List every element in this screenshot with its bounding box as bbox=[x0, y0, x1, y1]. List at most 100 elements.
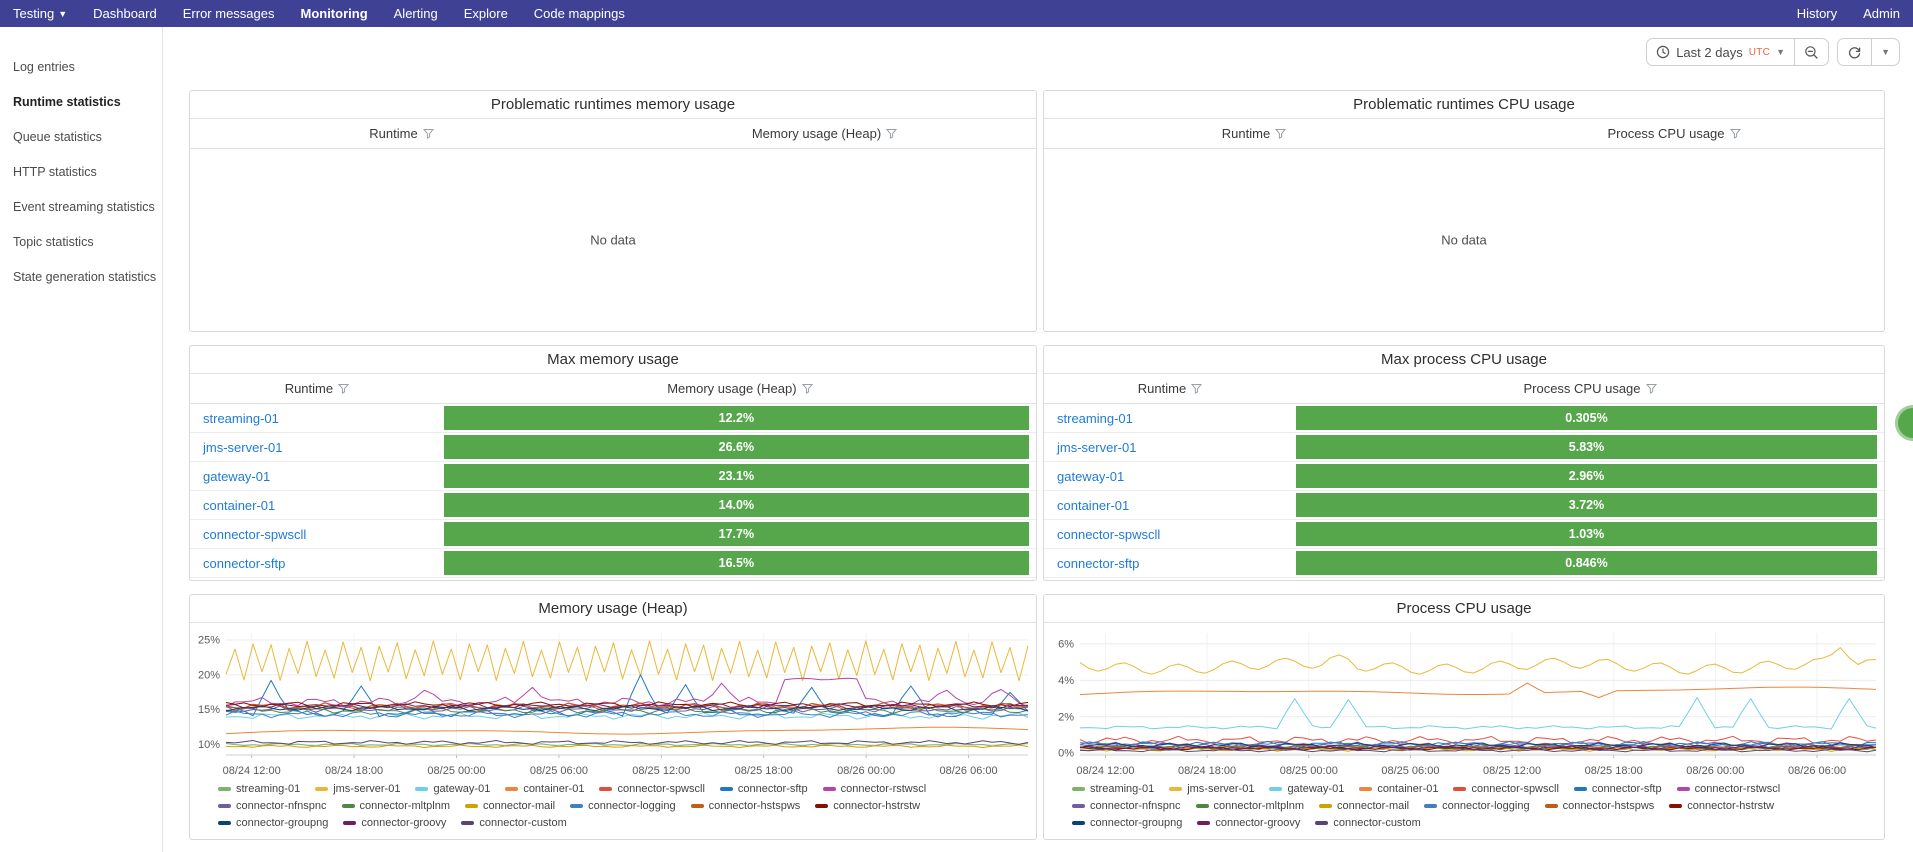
nav-item-admin[interactable]: Admin bbox=[1850, 0, 1913, 27]
legend-color-dash bbox=[822, 787, 836, 791]
legend-item-connector-groupng[interactable]: connector-groupng bbox=[218, 817, 328, 829]
legend-item-connector-groovy[interactable]: connector-groovy bbox=[343, 817, 446, 829]
runtime-link[interactable]: gateway-01 bbox=[1044, 462, 1296, 490]
nav-item-error-messages[interactable]: Error messages bbox=[170, 0, 288, 27]
legend-item-streaming-01[interactable]: streaming-01 bbox=[218, 783, 300, 795]
runtime-link[interactable]: streaming-01 bbox=[1044, 404, 1296, 432]
refresh-button[interactable] bbox=[1838, 39, 1871, 65]
runtime-link[interactable]: connector-spwscll bbox=[190, 520, 444, 548]
legend-item-connector-hstspws[interactable]: connector-hstspws bbox=[690, 800, 800, 812]
value-bar: 0.846% bbox=[1296, 551, 1877, 575]
cpu-usage-line-chart[interactable]: 08/24 12:00 08/24 18:00 08/25 00:00 08/25 0… bbox=[1044, 623, 1884, 781]
legend-item-connector-spwscll[interactable]: connector-spwscll bbox=[1453, 783, 1559, 795]
legend-item-connector-groovy[interactable]: connector-groovy bbox=[1197, 817, 1300, 829]
legend-color-dash bbox=[1169, 787, 1183, 791]
legend-item-streaming-01[interactable]: streaming-01 bbox=[1072, 783, 1154, 795]
runtime-link[interactable]: connector-sftp bbox=[1044, 549, 1296, 577]
value-bar-cell: 16.5% bbox=[443, 549, 1036, 577]
sidebar-item-event-streaming-statistics[interactable]: Event streaming statistics bbox=[0, 189, 162, 224]
nav-item-monitoring[interactable]: Monitoring bbox=[287, 0, 380, 27]
filter-icon[interactable] bbox=[1729, 128, 1741, 139]
legend-item-connector-hstrstw[interactable]: connector-hstrstw bbox=[1669, 800, 1774, 812]
refresh-icon bbox=[1849, 46, 1861, 58]
filter-icon[interactable] bbox=[1275, 128, 1287, 139]
svg-text:08/24 18:00: 08/24 18:00 bbox=[325, 765, 383, 777]
sidebar-item-topic-statistics[interactable]: Topic statistics bbox=[0, 224, 162, 259]
legend-item-connector-mltplnm[interactable]: connector-mltplnm bbox=[1195, 800, 1304, 812]
memory-usage-line-chart[interactable]: 08/24 12:00 08/24 18:00 08/25 00:00 08/25 0… bbox=[190, 623, 1036, 781]
sidebar-item-queue-statistics[interactable]: Queue statistics bbox=[0, 119, 162, 154]
runtime-link[interactable]: container-01 bbox=[1044, 491, 1296, 519]
runtime-link[interactable]: container-01 bbox=[190, 491, 444, 519]
panel-memory-chart: Memory usage (Heap) 08/24 12:00 08/24 18:… bbox=[189, 594, 1037, 840]
legend-label: connector-nfnspnc bbox=[236, 800, 327, 812]
legend-item-connector-hstspws[interactable]: connector-hstspws bbox=[1544, 800, 1654, 812]
legend-color-dash bbox=[1676, 787, 1690, 791]
runtime-link[interactable]: jms-server-01 bbox=[1044, 433, 1296, 461]
nav-item-dashboard[interactable]: Dashboard bbox=[80, 0, 170, 27]
svg-text:25%: 25% bbox=[198, 634, 220, 646]
value-bar: 16.5% bbox=[443, 551, 1029, 575]
legend-item-connector-logging[interactable]: connector-logging bbox=[1424, 800, 1530, 812]
filter-icon[interactable] bbox=[801, 383, 813, 394]
sidebar-item-http-statistics[interactable]: HTTP statistics bbox=[0, 154, 162, 189]
runtime-link[interactable]: streaming-01 bbox=[190, 404, 444, 432]
nav-item-explore[interactable]: Explore bbox=[451, 0, 521, 27]
table-row: streaming-01 12.2% bbox=[190, 404, 1036, 433]
nav-item-code-mappings[interactable]: Code mappings bbox=[521, 0, 638, 27]
table-header: Runtime Memory usage (Heap) bbox=[190, 374, 1036, 404]
legend-item-gateway-01[interactable]: gateway-01 bbox=[415, 783, 490, 795]
legend-item-connector-spwscll[interactable]: connector-spwscll bbox=[599, 783, 705, 795]
time-range-picker[interactable]: Last 2 days UTC ▼ bbox=[1647, 39, 1794, 65]
sidebar-item-log-entries[interactable]: Log entries bbox=[0, 49, 162, 84]
filter-icon[interactable] bbox=[886, 128, 898, 139]
legend-item-connector-rstwscl[interactable]: connector-rstwscl bbox=[822, 783, 926, 795]
legend-item-connector-nfnspnc[interactable]: connector-nfnspnc bbox=[218, 800, 327, 812]
legend-item-connector-sftp[interactable]: connector-sftp bbox=[1573, 783, 1662, 795]
nav-item-testing[interactable]: Testing ▼ bbox=[0, 0, 80, 27]
legend-item-gateway-01[interactable]: gateway-01 bbox=[1269, 783, 1344, 795]
legend-color-dash bbox=[1359, 787, 1373, 791]
svg-text:08/25 12:00: 08/25 12:00 bbox=[632, 765, 690, 777]
nav-item-alerting[interactable]: Alerting bbox=[381, 0, 451, 27]
legend-item-connector-sftp[interactable]: connector-sftp bbox=[719, 783, 808, 795]
filter-icon[interactable] bbox=[422, 128, 434, 139]
filter-icon[interactable] bbox=[1191, 383, 1203, 394]
series-line-connector-logging bbox=[1079, 741, 1877, 748]
legend-item-container-01[interactable]: container-01 bbox=[1359, 783, 1438, 795]
svg-text:15%: 15% bbox=[198, 704, 220, 716]
panel-problematic-cpu: Problematic runtimes CPU usage Runtime P… bbox=[1043, 90, 1885, 332]
legend-item-connector-custom[interactable]: connector-custom bbox=[1315, 817, 1421, 829]
runtime-link[interactable]: connector-spwscll bbox=[1044, 520, 1296, 548]
legend-item-jms-server-01[interactable]: jms-server-01 bbox=[315, 783, 400, 795]
nav-item-history[interactable]: History bbox=[1784, 0, 1850, 27]
legend-item-connector-nfnspnc[interactable]: connector-nfnspnc bbox=[1072, 800, 1181, 812]
refresh-interval-dropdown[interactable]: ▼ bbox=[1872, 39, 1899, 65]
legend-item-connector-logging[interactable]: connector-logging bbox=[570, 800, 676, 812]
value-bar: 23.1% bbox=[443, 464, 1029, 488]
runtime-link[interactable]: gateway-01 bbox=[190, 462, 444, 490]
legend-item-connector-mail[interactable]: connector-mail bbox=[1318, 800, 1409, 812]
table-header: Runtime Process CPU usage bbox=[1044, 119, 1884, 149]
value-bar-cell: 1.03% bbox=[1296, 520, 1884, 548]
legend-color-dash bbox=[1424, 804, 1438, 808]
legend-item-jms-server-01[interactable]: jms-server-01 bbox=[1169, 783, 1254, 795]
legend-label: connector-mail bbox=[482, 800, 556, 812]
table-row: connector-sftp 0.846% bbox=[1044, 549, 1884, 578]
chart-legend: streaming-01 jms-server-01 gateway-01 conta… bbox=[1044, 781, 1884, 829]
filter-icon[interactable] bbox=[338, 383, 350, 394]
legend-label: streaming-01 bbox=[1090, 783, 1155, 795]
legend-item-connector-rstwscl[interactable]: connector-rstwscl bbox=[1676, 783, 1780, 795]
zoom-out-button[interactable] bbox=[1795, 39, 1828, 65]
runtime-link[interactable]: connector-sftp bbox=[190, 549, 444, 577]
legend-item-connector-hstrstw[interactable]: connector-hstrstw bbox=[815, 800, 920, 812]
runtime-link[interactable]: jms-server-01 bbox=[190, 433, 444, 461]
filter-icon[interactable] bbox=[1645, 383, 1657, 394]
sidebar-item-state-generation-statistics[interactable]: State generation statistics bbox=[0, 259, 162, 294]
legend-item-connector-mail[interactable]: connector-mail bbox=[464, 800, 556, 812]
legend-item-connector-mltplnm[interactable]: connector-mltplnm bbox=[341, 800, 450, 812]
legend-item-connector-custom[interactable]: connector-custom bbox=[461, 817, 567, 829]
sidebar-item-runtime-statistics[interactable]: Runtime statistics bbox=[0, 84, 162, 119]
legend-item-connector-groupng[interactable]: connector-groupng bbox=[1072, 817, 1182, 829]
legend-item-container-01[interactable]: container-01 bbox=[505, 783, 584, 795]
